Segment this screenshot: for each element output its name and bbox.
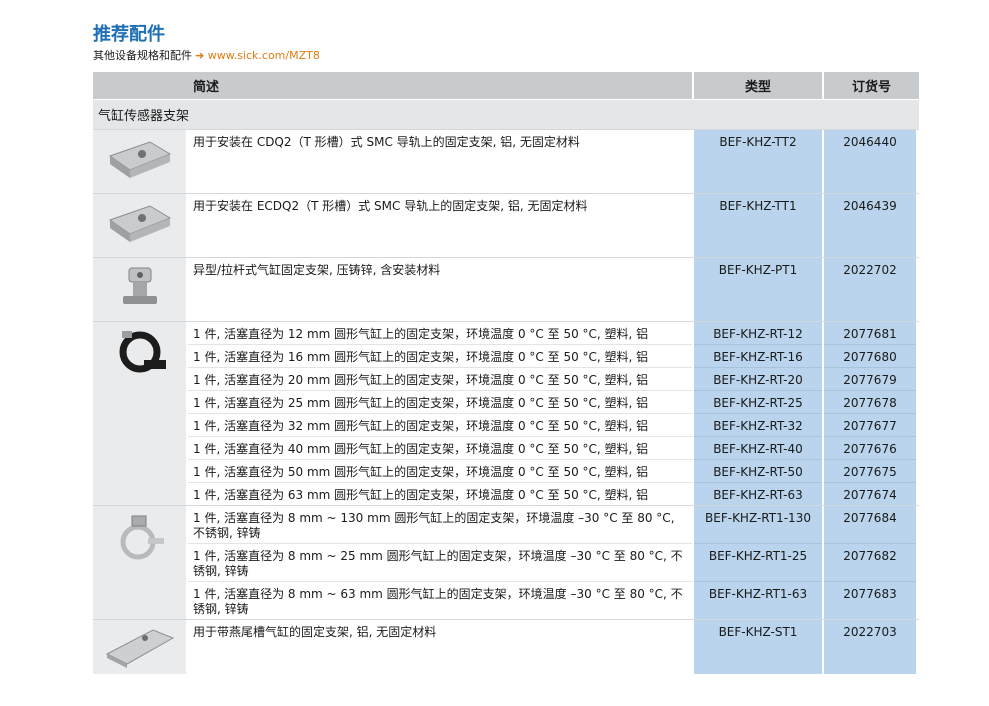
column-header-description: 简述 [193, 80, 220, 95]
type-cell: BEF-KHZ-RT-40 [694, 436, 822, 459]
order-number-cell: 2077681 [824, 322, 916, 344]
table-row: 1 件, 活塞直径为 40 mm 圆形气缸上的固定支架，环境温度 0 °C 至 … [188, 436, 919, 459]
description-cell: 1 件, 活塞直径为 50 mm 圆形气缸上的固定支架，环境温度 0 °C 至 … [188, 459, 692, 482]
table-row: 1 件, 活塞直径为 8 mm ~ 63 mm 圆形气缸上的固定支架，环境温度 … [188, 581, 919, 619]
order-number-cell: 2077675 [824, 459, 916, 482]
table-row: 1 件, 活塞直径为 8 mm ~ 25 mm 圆形气缸上的固定支架，环境温度 … [188, 543, 919, 581]
rail-bracket-icon [93, 130, 186, 193]
table-row: 用于安装在 CDQ2（T 形槽）式 SMC 导轨上的固定支架, 铝, 无固定材料… [188, 130, 919, 193]
description-cell: 1 件, 活塞直径为 12 mm 圆形气缸上的固定支架，环境温度 0 °C 至 … [188, 322, 692, 344]
table-row: 1 件, 活塞直径为 32 mm 圆形气缸上的固定支架，环境温度 0 °C 至 … [188, 413, 919, 436]
rail-bracket-icon [93, 194, 186, 257]
table-row: 用于带燕尾槽气缸的固定支架, 铝, 无固定材料 BEF-KHZ-ST1 202270… [188, 620, 919, 674]
type-cell: BEF-KHZ-RT-12 [694, 322, 822, 344]
subtitle-text: 其他设备规格和配件 [93, 49, 192, 62]
type-cell: BEF-KHZ-RT-32 [694, 413, 822, 436]
order-number-cell: 2077678 [824, 390, 916, 413]
order-number-cell: 2077677 [824, 413, 916, 436]
type-cell: BEF-KHZ-RT-63 [694, 482, 822, 505]
order-number-cell: 2077682 [824, 543, 916, 581]
type-cell: BEF-KHZ-RT-25 [694, 390, 822, 413]
type-cell: BEF-KHZ-PT1 [694, 258, 822, 321]
table-row: 异型/拉杆式气缸固定支架, 压铸锌, 含安装材料 BEF-KHZ-PT1 20227… [188, 258, 919, 321]
description-cell: 1 件, 活塞直径为 8 mm ~ 25 mm 圆形气缸上的固定支架，环境温度 … [188, 543, 692, 581]
table-row: 1 件, 活塞直径为 12 mm 圆形气缸上的固定支架，环境温度 0 °C 至 … [188, 322, 919, 344]
product-group: 用于安装在 CDQ2（T 形槽）式 SMC 导轨上的固定支架, 铝, 无固定材料… [93, 129, 919, 193]
order-number-cell: 2077676 [824, 436, 916, 459]
order-number-cell: 2022703 [824, 620, 916, 674]
description-cell: 1 件, 活塞直径为 20 mm 圆形气缸上的固定支架，环境温度 0 °C 至 … [188, 367, 692, 390]
accessories-link[interactable]: www.sick.com/MZT8 [208, 49, 320, 62]
order-number-cell: 2046439 [824, 194, 916, 257]
table-row: 用于安装在 ECDQ2（T 形槽）式 SMC 导轨上的固定支架, 铝, 无固定材… [188, 194, 919, 257]
type-cell: BEF-KHZ-RT-50 [694, 459, 822, 482]
type-cell: BEF-KHZ-RT1-130 [694, 506, 822, 543]
table-row: 1 件, 活塞直径为 20 mm 圆形气缸上的固定支架，环境温度 0 °C 至 … [188, 367, 919, 390]
type-cell: BEF-KHZ-RT-16 [694, 344, 822, 367]
dovetail-bracket-icon [93, 620, 186, 674]
page-title: 推荐配件 [93, 24, 165, 45]
type-cell: BEF-KHZ-RT1-25 [694, 543, 822, 581]
description-cell: 1 件, 活塞直径为 40 mm 圆形气缸上的固定支架，环境温度 0 °C 至 … [188, 436, 692, 459]
clamp-bracket-icon [93, 258, 186, 321]
arrow-right-icon: ➜ [195, 49, 205, 62]
column-header-order-no: 订货号 [822, 72, 919, 99]
table-header: 简述 类型 订货号 [93, 72, 919, 99]
description-cell: 1 件, 活塞直径为 8 mm ~ 63 mm 圆形气缸上的固定支架，环境温度 … [188, 581, 692, 619]
product-group: 1 件, 活塞直径为 8 mm ~ 130 mm 圆形气缸上的固定支架，环境温度… [93, 505, 919, 619]
column-header-type: 类型 [692, 72, 822, 99]
description-cell: 用于安装在 CDQ2（T 形槽）式 SMC 导轨上的固定支架, 铝, 无固定材料 [188, 130, 692, 193]
description-cell: 1 件, 活塞直径为 32 mm 圆形气缸上的固定支架，环境温度 0 °C 至 … [188, 413, 692, 436]
type-cell: BEF-KHZ-TT1 [694, 194, 822, 257]
product-group: 异型/拉杆式气缸固定支架, 压铸锌, 含安装材料 BEF-KHZ-PT1 20227… [93, 257, 919, 321]
type-cell: BEF-KHZ-RT-20 [694, 367, 822, 390]
product-group: 用于安装在 ECDQ2（T 形槽）式 SMC 导轨上的固定支架, 铝, 无固定材… [93, 193, 919, 257]
accessories-table: 简述 类型 订货号 气缸传感器支架 用于安装在 CDQ2（T 形槽）式 SMC … [93, 72, 919, 674]
hose-clamp-icon [93, 506, 186, 619]
type-cell: BEF-KHZ-ST1 [694, 620, 822, 674]
order-number-cell: 2022702 [824, 258, 916, 321]
order-number-cell: 2077683 [824, 581, 916, 619]
order-number-cell: 2077680 [824, 344, 916, 367]
product-group: 1 件, 活塞直径为 12 mm 圆形气缸上的固定支架，环境温度 0 °C 至 … [93, 321, 919, 505]
table-row: 1 件, 活塞直径为 25 mm 圆形气缸上的固定支架，环境温度 0 °C 至 … [188, 390, 919, 413]
strap-bracket-icon [93, 322, 186, 505]
order-number-cell: 2046440 [824, 130, 916, 193]
order-number-cell: 2077674 [824, 482, 916, 505]
type-cell: BEF-KHZ-TT2 [694, 130, 822, 193]
type-cell: BEF-KHZ-RT1-63 [694, 581, 822, 619]
description-cell: 1 件, 活塞直径为 16 mm 圆形气缸上的固定支架，环境温度 0 °C 至 … [188, 344, 692, 367]
table-body: 用于安装在 CDQ2（T 形槽）式 SMC 导轨上的固定支架, 铝, 无固定材料… [93, 129, 919, 674]
order-number-cell: 2077679 [824, 367, 916, 390]
order-number-cell: 2077684 [824, 506, 916, 543]
description-cell: 1 件, 活塞直径为 63 mm 圆形气缸上的固定支架，环境温度 0 °C 至 … [188, 482, 692, 505]
table-row: 1 件, 活塞直径为 63 mm 圆形气缸上的固定支架，环境温度 0 °C 至 … [188, 482, 919, 505]
product-group: 用于带燕尾槽气缸的固定支架, 铝, 无固定材料 BEF-KHZ-ST1 202270… [93, 619, 919, 674]
description-cell: 异型/拉杆式气缸固定支架, 压铸锌, 含安装材料 [188, 258, 692, 321]
description-cell: 1 件, 活塞直径为 8 mm ~ 130 mm 圆形气缸上的固定支架，环境温度… [188, 506, 692, 543]
section-title: 气缸传感器支架 [93, 100, 919, 129]
table-row: 1 件, 活塞直径为 8 mm ~ 130 mm 圆形气缸上的固定支架，环境温度… [188, 506, 919, 543]
table-row: 1 件, 活塞直径为 16 mm 圆形气缸上的固定支架，环境温度 0 °C 至 … [188, 344, 919, 367]
table-row: 1 件, 活塞直径为 50 mm 圆形气缸上的固定支架，环境温度 0 °C 至 … [188, 459, 919, 482]
description-cell: 1 件, 活塞直径为 25 mm 圆形气缸上的固定支架，环境温度 0 °C 至 … [188, 390, 692, 413]
subtitle: 其他设备规格和配件 ➜ www.sick.com/MZT8 [93, 47, 320, 63]
description-cell: 用于带燕尾槽气缸的固定支架, 铝, 无固定材料 [188, 620, 692, 674]
description-cell: 用于安装在 ECDQ2（T 形槽）式 SMC 导轨上的固定支架, 铝, 无固定材… [188, 194, 692, 257]
